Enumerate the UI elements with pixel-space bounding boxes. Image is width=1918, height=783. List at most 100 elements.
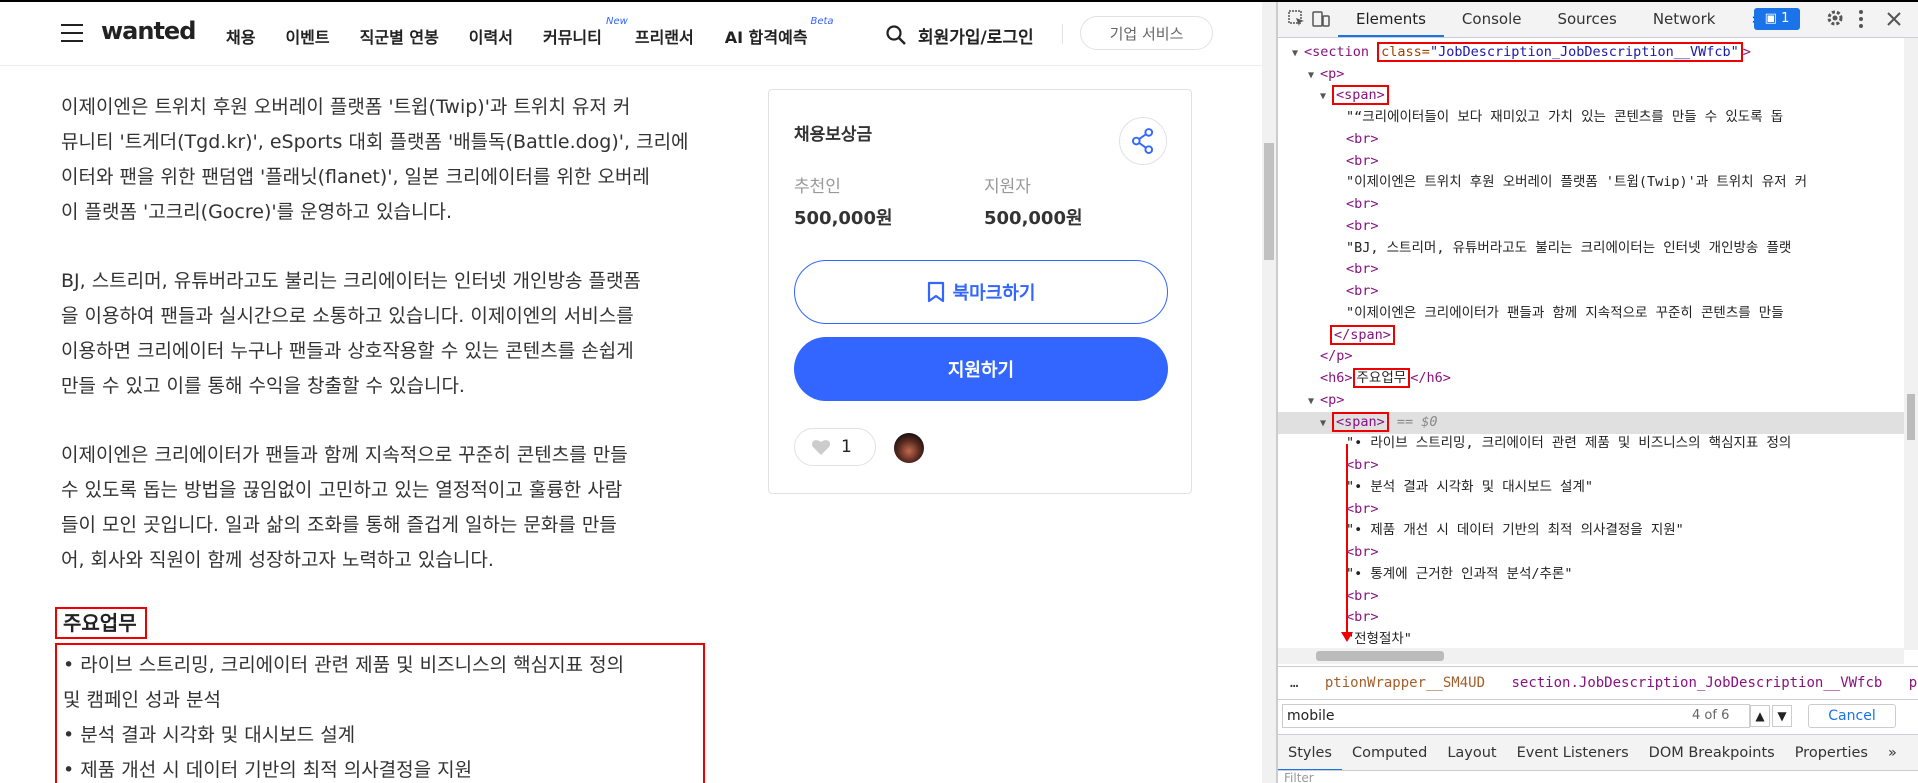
expand-triangle-icon[interactable]: ▼ bbox=[1292, 43, 1304, 65]
main-duties-list: • 라이브 스트리밍, 크리에이터 관련 제품 및 비즈니스의 핵심지표 정의 … bbox=[55, 643, 705, 783]
section-heading-main-duties: 주요업무 bbox=[55, 607, 147, 639]
liker-avatar[interactable] bbox=[894, 433, 924, 463]
nav-item-ai-prediction[interactable]: AI 합격예측 Beta bbox=[725, 16, 834, 48]
description-paragraph: 이제이엔은 크리에이터가 팬들과 함께 지속적으로 꾸준히 콘텐츠를 만들 수 … bbox=[61, 444, 628, 571]
dom-node-h6[interactable]: <h6> 주요업무 </h6> bbox=[1278, 368, 1904, 390]
breadcrumb-item[interactable]: section.JobDescription_JobDescription__V… bbox=[1511, 675, 1882, 691]
dom-text-node[interactable]: "이제이엔은 트위치 후원 오버레이 플랫폼 '트윕(Twip)'과 트위치 유… bbox=[1278, 172, 1904, 194]
dom-text-node[interactable]: "BJ, 스트리머, 유튜버라고도 불리는 크리에이터는 인터넷 개인방송 플랫 bbox=[1278, 238, 1904, 260]
tab-dom-breakpoints[interactable]: DOM Breakpoints bbox=[1639, 735, 1785, 771]
dom-node-span[interactable]: ▼ <span> bbox=[1278, 85, 1904, 107]
device-toolbar-icon[interactable] bbox=[1312, 10, 1330, 28]
dom-node-br[interactable]: <br> bbox=[1278, 194, 1904, 216]
expand-triangle-icon[interactable]: ▼ bbox=[1320, 86, 1332, 108]
dom-node-p[interactable]: ▼ <p> bbox=[1278, 64, 1904, 86]
tab-elements[interactable]: Elements bbox=[1338, 2, 1444, 37]
recommender-value: 500,000원 bbox=[794, 208, 893, 229]
like-button[interactable]: 1 bbox=[794, 428, 876, 466]
business-service-button[interactable]: 기업 서비스 bbox=[1080, 16, 1213, 50]
tab-console[interactable]: Console bbox=[1444, 2, 1540, 37]
settings-gear-icon[interactable] bbox=[1826, 9, 1844, 27]
dom-scrollbar-thumb[interactable] bbox=[1907, 394, 1915, 440]
signup-login-link[interactable]: 회원가입/로그인 bbox=[918, 23, 1034, 48]
dom-close-span[interactable]: </span> bbox=[1278, 325, 1904, 347]
find-bar: mobile 4 of 6 ▲ ▼ Cancel bbox=[1278, 699, 1918, 734]
expand-triangle-icon[interactable]: ▼ bbox=[1308, 65, 1320, 87]
nav-item-resume[interactable]: 이력서 bbox=[469, 24, 513, 48]
find-match-count: 4 of 6 bbox=[1692, 708, 1730, 723]
dom-text-node[interactable]: "• 라이브 스트리밍, 크리에이터 관련 제품 및 비즈니스의 핵심지표 정의 bbox=[1278, 433, 1904, 455]
tab-event-listeners[interactable]: Event Listeners bbox=[1507, 735, 1639, 771]
dom-node-br[interactable]: <br> bbox=[1278, 281, 1904, 303]
dom-node-br[interactable]: <br> bbox=[1278, 216, 1904, 238]
expand-triangle-icon[interactable]: ▼ bbox=[1308, 391, 1320, 413]
tab-layout[interactable]: Layout bbox=[1437, 735, 1506, 771]
inspect-element-icon[interactable] bbox=[1288, 10, 1306, 28]
tab-properties[interactable]: Properties bbox=[1785, 735, 1878, 771]
find-previous-button[interactable]: ▲ bbox=[1750, 705, 1770, 727]
nav-item-freelancer[interactable]: 프리랜서 bbox=[635, 24, 694, 48]
nav-item-community[interactable]: 커뮤니티 New bbox=[543, 16, 628, 48]
dom-hscroll-thumb[interactable] bbox=[1316, 651, 1444, 661]
dom-node-br[interactable]: <br> bbox=[1278, 607, 1904, 629]
elements-dom-tree: ▼ <section class="JobDescription_JobDescr… bbox=[1278, 38, 1904, 648]
dom-node-br[interactable]: <br> bbox=[1278, 151, 1904, 173]
job-description: 이제이엔은 트위치 후원 오버레이 플랫폼 '트윕(Twip)'과 트위치 유저… bbox=[61, 90, 721, 612]
beta-badge: Beta bbox=[810, 16, 834, 27]
wanted-logo[interactable]: wanted bbox=[101, 17, 196, 45]
dom-vertical-scrollbar[interactable] bbox=[1904, 38, 1918, 650]
dom-text-node[interactable]: "• 분석 결과 시각화 및 대시보드 설계" bbox=[1278, 477, 1904, 499]
issues-badge[interactable]: ▣ 1 bbox=[1754, 8, 1800, 30]
new-badge: New bbox=[606, 16, 628, 27]
dom-text-node[interactable]: "이제이엔은 크리에이터가 팬들과 함께 지속적으로 꾸준히 콘텐츠를 만들 bbox=[1278, 303, 1904, 325]
nav-item-jobs[interactable]: 채용 bbox=[226, 24, 255, 48]
tab-network[interactable]: Network bbox=[1635, 2, 1734, 37]
dom-node-br[interactable]: <br> bbox=[1278, 129, 1904, 151]
search-icon[interactable] bbox=[886, 25, 906, 45]
dom-node-br[interactable]: <br> bbox=[1278, 542, 1904, 564]
share-icon[interactable] bbox=[1119, 117, 1167, 165]
find-input[interactable]: mobile bbox=[1282, 704, 1750, 728]
page-scrollbar[interactable] bbox=[1262, 2, 1276, 783]
dom-node-br[interactable]: <br> bbox=[1278, 455, 1904, 477]
dom-node-br[interactable]: <br> bbox=[1278, 586, 1904, 608]
close-devtools-icon[interactable] bbox=[1884, 9, 1904, 29]
apply-button[interactable]: 지원하기 bbox=[794, 337, 1168, 401]
page-scrollbar-thumb[interactable] bbox=[1264, 143, 1274, 260]
annotation-arrow-head bbox=[1341, 632, 1353, 642]
tab-computed[interactable]: Computed bbox=[1342, 735, 1437, 771]
duty-item: • 라이브 스트리밍, 크리에이터 관련 제품 및 비즈니스의 핵심지표 정의 … bbox=[63, 654, 625, 711]
expand-triangle-icon[interactable]: ▼ bbox=[1320, 413, 1332, 435]
dom-node-section[interactable]: ▼ <section class="JobDescription_JobDescr… bbox=[1278, 42, 1904, 64]
nav-item-events[interactable]: 이벤트 bbox=[285, 24, 329, 48]
reward-card: 채용보상금 추천인 500,000원 지원자 500,000원 북마크하기 지원… bbox=[768, 89, 1192, 494]
hamburger-menu-icon[interactable] bbox=[61, 24, 83, 42]
bookmark-button[interactable]: 북마크하기 bbox=[794, 260, 1168, 324]
dom-text-node[interactable]: "전형절차" bbox=[1278, 629, 1904, 648]
bookmark-icon bbox=[927, 281, 944, 303]
more-subtabs-button[interactable]: » bbox=[1878, 735, 1907, 771]
nav-item-salary[interactable]: 직군별 연봉 bbox=[360, 24, 439, 48]
dom-close-p[interactable]: </p> bbox=[1278, 346, 1904, 368]
find-cancel-button[interactable]: Cancel bbox=[1808, 704, 1896, 728]
dom-text-node[interactable]: "“크리에이터들이 보다 재미있고 가치 있는 콘텐츠를 만들 수 있도록 돕 bbox=[1278, 107, 1904, 129]
dom-text-node[interactable]: "• 통계에 근거한 인과적 분석/추론" bbox=[1278, 564, 1904, 586]
applicant-label: 지원자 bbox=[984, 177, 1031, 197]
breadcrumb-item[interactable]: p bbox=[1909, 675, 1917, 691]
description-paragraph: 이제이엔은 트위치 후원 오버레이 플랫폼 '트윕(Twip)'과 트위치 유저… bbox=[61, 96, 689, 223]
find-next-button[interactable]: ▼ bbox=[1772, 705, 1792, 727]
dom-node-br[interactable]: <br> bbox=[1278, 499, 1904, 521]
breadcrumb: … ptionWrapper__SM4UD section.JobDescrip… bbox=[1278, 666, 1918, 699]
breadcrumb-more[interactable]: … bbox=[1290, 675, 1298, 691]
tab-sources[interactable]: Sources bbox=[1539, 2, 1634, 37]
dom-text-node[interactable]: "• 제품 개선 시 데이터 기반의 최적 의사결정을 지원" bbox=[1278, 520, 1904, 542]
tab-styles[interactable]: Styles bbox=[1278, 735, 1342, 771]
dom-node-p[interactable]: ▼ <p> bbox=[1278, 390, 1904, 412]
breadcrumb-item[interactable]: ptionWrapper__SM4UD bbox=[1325, 675, 1485, 691]
dom-node-br[interactable]: <br> bbox=[1278, 259, 1904, 281]
more-options-icon[interactable] bbox=[1858, 9, 1864, 29]
duty-item: • 제품 개선 시 데이터 기반의 최적 의사결정을 지원 bbox=[63, 759, 473, 781]
dom-horizontal-scrollbar[interactable] bbox=[1278, 648, 1904, 664]
styles-filter-input[interactable]: Filter bbox=[1278, 770, 1918, 783]
dom-node-span-selected[interactable]: ▼ <span> == $0 bbox=[1278, 412, 1904, 434]
